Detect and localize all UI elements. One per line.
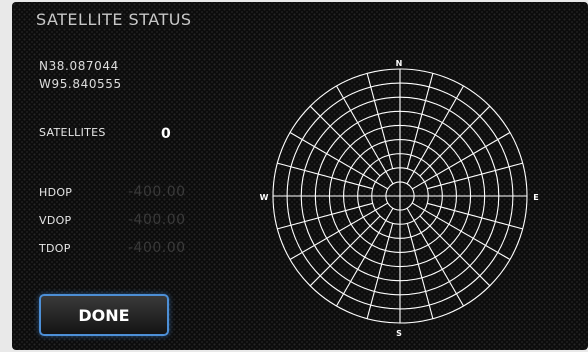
east-label: E	[533, 193, 538, 202]
azimuth-spoke	[411, 132, 511, 190]
vdop-label: VDOP	[39, 214, 72, 227]
azimuth-spoke	[406, 85, 464, 185]
azimuth-spoke	[406, 73, 434, 169]
azimuth-spoke	[336, 85, 394, 185]
azimuth-spoke	[366, 223, 394, 319]
azimuth-spoke	[427, 162, 523, 190]
tdop-label: TDOP	[39, 242, 71, 255]
page-title: SATELLITE STATUS	[36, 10, 192, 29]
azimuth-spoke	[289, 202, 389, 260]
done-button[interactable]: DONE	[39, 294, 169, 336]
azimuth-spoke	[277, 162, 373, 190]
vdop-value: -400.00	[128, 212, 186, 228]
satellites-label: SATELLITES	[39, 126, 106, 139]
azimuth-spoke	[277, 202, 373, 230]
azimuth-spoke	[411, 202, 511, 260]
satellite-status-screen: SATELLITE STATUS N38.087044 W95.840555 S…	[12, 2, 588, 350]
azimuth-spoke	[406, 207, 464, 307]
azimuth-spoke	[427, 202, 523, 230]
sky-plot-grid	[272, 68, 528, 324]
latitude-readout: N38.087044	[39, 59, 119, 73]
azimuth-spoke	[289, 132, 389, 190]
longitude-readout: W95.840555	[39, 77, 122, 91]
azimuth-spoke	[336, 207, 394, 307]
north-label: N	[396, 59, 403, 68]
south-label: S	[396, 329, 402, 338]
tdop-value: -400.00	[128, 240, 186, 256]
hdop-value: -400.00	[128, 184, 186, 200]
azimuth-spoke	[406, 223, 434, 319]
satellites-count: 0	[161, 126, 171, 142]
hdop-label: HDOP	[39, 186, 73, 199]
azimuth-spoke	[366, 73, 394, 169]
satellite-sky-plot: N S W E	[260, 59, 539, 338]
west-label: W	[260, 193, 269, 202]
